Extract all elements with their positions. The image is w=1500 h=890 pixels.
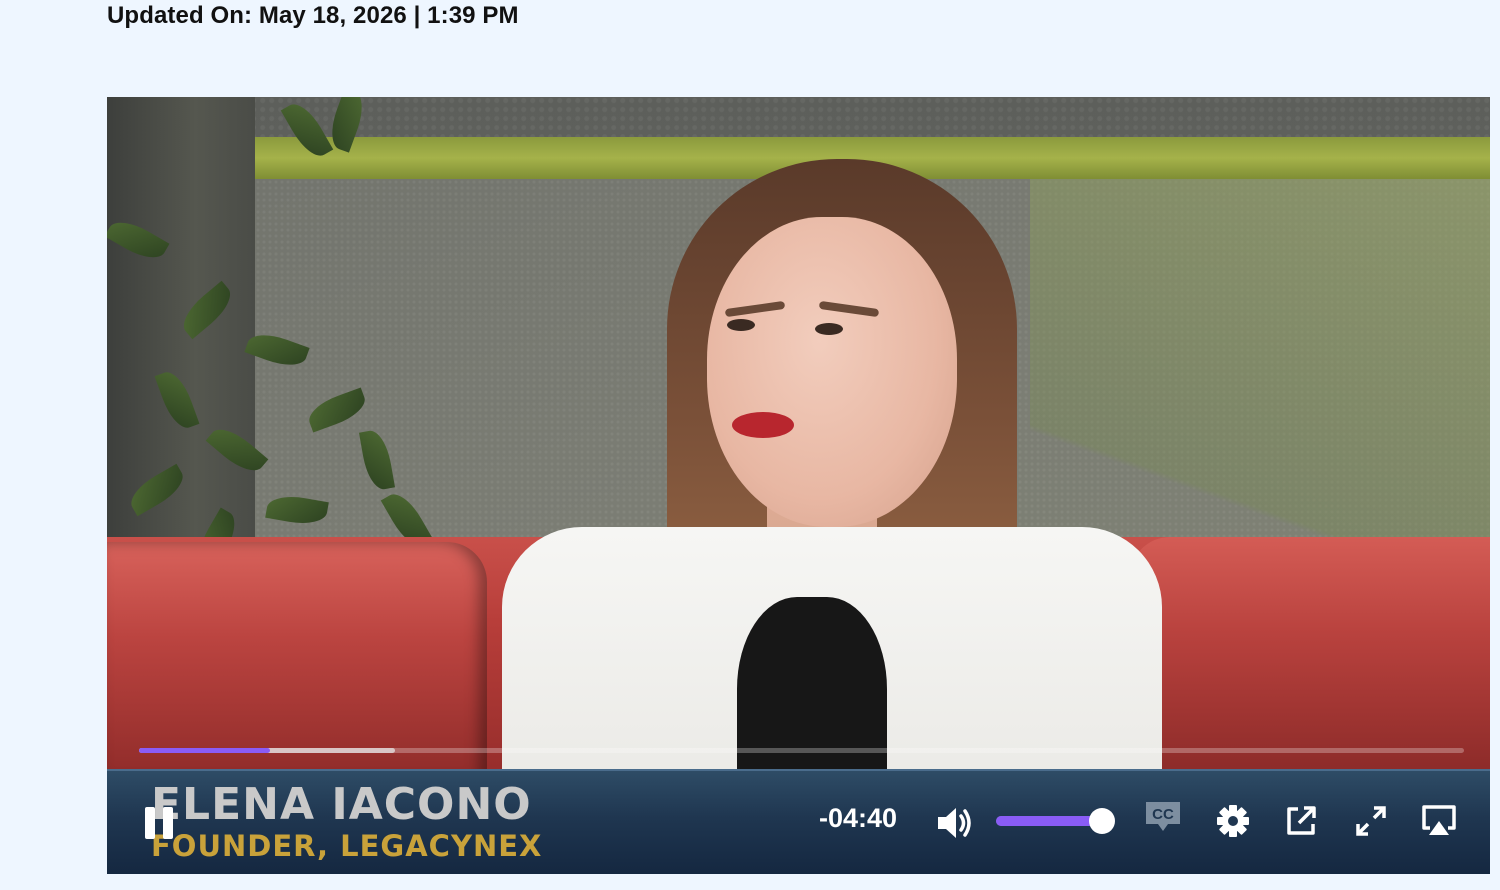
- progress-played: [139, 748, 271, 753]
- speaker-name: ELENA IACONO: [151, 779, 532, 830]
- settings-button[interactable]: [1213, 801, 1253, 841]
- volume-slider[interactable]: [996, 808, 1115, 834]
- popout-icon: [1287, 806, 1316, 835]
- pause-icon: [141, 807, 177, 839]
- closed-captions-button[interactable]: CC: [1143, 797, 1183, 837]
- popout-button[interactable]: [1281, 801, 1321, 841]
- fullscreen-button[interactable]: [1351, 801, 1391, 841]
- updated-timestamp: Updated On: May 18, 2026 | 1:39 PM: [107, 2, 519, 29]
- plant: [107, 97, 447, 573]
- svg-text:CC: CC: [1152, 806, 1174, 823]
- progress-bar[interactable]: [139, 748, 1464, 753]
- volume-thumb[interactable]: [1088, 808, 1115, 834]
- volume-icon: [938, 808, 971, 838]
- control-bar: ELENA IACONO FOUNDER, LEGACYNEX -04:40 C…: [107, 769, 1490, 874]
- airplay-button[interactable]: [1419, 801, 1459, 841]
- video-frame: [107, 97, 1490, 874]
- fullscreen-icon: [1356, 806, 1386, 836]
- video-player[interactable]: ELENA IACONO FOUNDER, LEGACYNEX -04:40 C…: [107, 97, 1490, 874]
- volume-level: [996, 816, 1102, 826]
- airplay-icon: [1422, 805, 1456, 835]
- closed-captions-icon: CC: [1146, 802, 1180, 831]
- volume-button[interactable]: [932, 801, 976, 845]
- lower-third: ELENA IACONO FOUNDER, LEGACYNEX: [151, 779, 542, 861]
- pause-button[interactable]: [139, 801, 179, 845]
- speaker-title: FOUNDER, LEGACYNEX: [151, 829, 543, 863]
- gear-icon: [1217, 805, 1249, 837]
- time-remaining: -04:40: [819, 803, 898, 833]
